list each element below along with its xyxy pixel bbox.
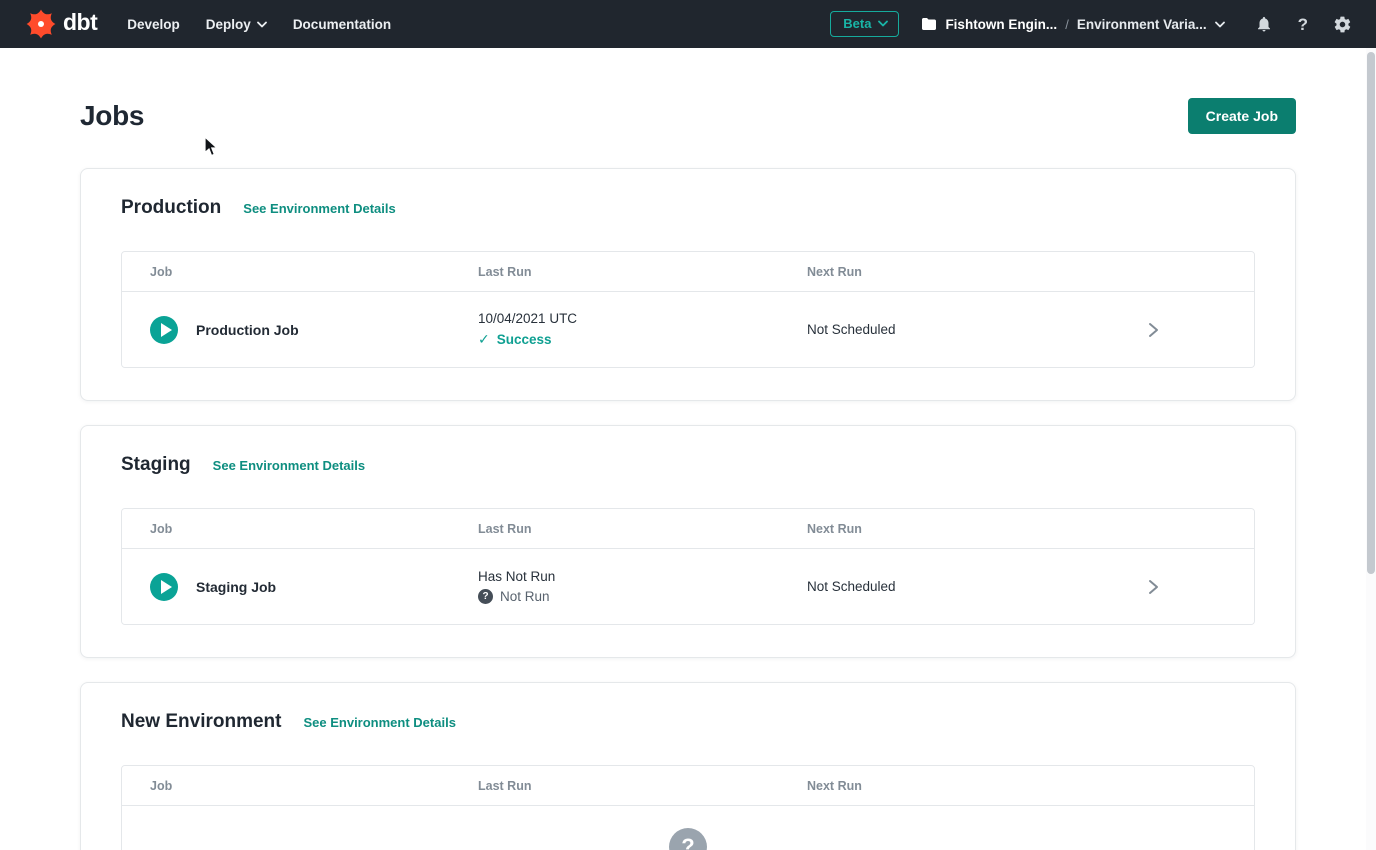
see-environment-details-link[interactable]: See Environment Details [243, 201, 395, 216]
notifications-bell-icon[interactable] [1255, 15, 1273, 33]
beta-label: Beta [843, 16, 871, 31]
nav-item-develop[interactable]: Develop [127, 17, 180, 32]
chevron-right-icon[interactable] [1146, 579, 1160, 595]
play-icon [161, 580, 172, 594]
next-run: Not Scheduled [807, 322, 1052, 337]
run-job-button[interactable] [150, 573, 178, 601]
play-icon [161, 323, 172, 337]
beta-badge[interactable]: Beta [830, 11, 899, 37]
col-header-last-run: Last Run [478, 265, 807, 279]
job-name: Staging Job [196, 579, 276, 595]
col-header-next-run: Next Run [807, 522, 1052, 536]
jobs-table-header: Job Last Run Next Run [122, 766, 1254, 806]
empty-state-question-icon: ? [669, 828, 707, 850]
nav-item-deploy[interactable]: Deploy [206, 17, 267, 32]
col-header-job: Job [150, 779, 478, 793]
chevron-right-icon[interactable] [1146, 322, 1160, 338]
run-job-button[interactable] [150, 316, 178, 344]
create-job-button[interactable]: Create Job [1188, 98, 1296, 134]
project-breadcrumb[interactable]: Fishtown Engin... / Environment Varia... [921, 17, 1224, 32]
navbar-icons: ? [1255, 15, 1352, 34]
see-environment-details-link[interactable]: See Environment Details [213, 458, 365, 473]
environment-name: Staging [121, 454, 191, 476]
last-run-date: Has Not Run [478, 569, 807, 584]
brand-text: dbt [63, 11, 97, 37]
jobs-table: Job Last Run Next Run Staging Job Has No… [121, 508, 1255, 625]
page-header: Jobs Create Job [80, 98, 1296, 134]
navbar-right: Beta Fishtown Engin... / Environment Var… [830, 11, 1352, 37]
col-header-next-run: Next Run [807, 779, 1052, 793]
dbt-logo[interactable]: dbt [26, 9, 97, 39]
breadcrumb-account: Fishtown Engin... [945, 17, 1057, 32]
col-header-job: Job [150, 265, 478, 279]
last-run-status-label: Not Run [500, 589, 550, 604]
col-header-job: Job [150, 522, 478, 536]
nav-links: Develop Deploy Documentation [127, 17, 391, 32]
last-run-status-label: Success [497, 332, 552, 347]
settings-gear-icon[interactable] [1333, 15, 1352, 34]
nav-item-deploy-label: Deploy [206, 17, 251, 32]
col-header-next-run: Next Run [807, 265, 1052, 279]
empty-jobs-area: ? [122, 828, 1254, 850]
scrollbar-thumb[interactable] [1367, 52, 1375, 574]
jobs-table-header: Job Last Run Next Run [122, 252, 1254, 292]
breadcrumb-separator: / [1065, 17, 1069, 32]
col-header-last-run: Last Run [478, 779, 807, 793]
last-run-status: ? Not Run [478, 589, 807, 604]
environment-card-new-environment: New Environment See Environment Details … [80, 682, 1296, 850]
see-environment-details-link[interactable]: See Environment Details [303, 715, 455, 730]
dbt-logo-icon [26, 9, 56, 39]
folder-icon [921, 17, 937, 31]
jobs-table-header: Job Last Run Next Run [122, 509, 1254, 549]
top-navbar: dbt Develop Deploy Documentation Beta Fi… [0, 0, 1376, 48]
environment-card-production: Production See Environment Details Job L… [80, 168, 1296, 401]
jobs-table: Job Last Run Next Run ? [121, 765, 1255, 850]
not-run-question-icon: ? [478, 589, 493, 604]
environment-name: New Environment [121, 711, 281, 733]
last-run-date: 10/04/2021 UTC [478, 311, 807, 326]
col-header-last-run: Last Run [478, 522, 807, 536]
main-content: Jobs Create Job Production See Environme… [0, 98, 1376, 850]
environment-card-staging: Staging See Environment Details Job Last… [80, 425, 1296, 658]
chevron-down-icon [257, 21, 267, 28]
last-run-status: ✓ Success [478, 331, 807, 348]
chevron-down-icon [878, 20, 888, 27]
job-row[interactable]: Production Job 10/04/2021 UTC ✓ Success … [122, 292, 1254, 367]
nav-item-documentation[interactable]: Documentation [293, 17, 391, 32]
success-check-icon: ✓ [478, 331, 490, 348]
scrollbar-track [1366, 48, 1376, 850]
job-name: Production Job [196, 322, 299, 338]
next-run: Not Scheduled [807, 579, 1052, 594]
jobs-table: Job Last Run Next Run Production Job 10/… [121, 251, 1255, 368]
environment-name: Production [121, 197, 221, 219]
job-row[interactable]: Staging Job Has Not Run ? Not Run Not Sc… [122, 549, 1254, 624]
chevron-down-icon [1215, 21, 1225, 28]
page-title: Jobs [80, 100, 144, 132]
breadcrumb-page: Environment Varia... [1077, 17, 1207, 32]
help-icon[interactable]: ? [1298, 16, 1308, 33]
